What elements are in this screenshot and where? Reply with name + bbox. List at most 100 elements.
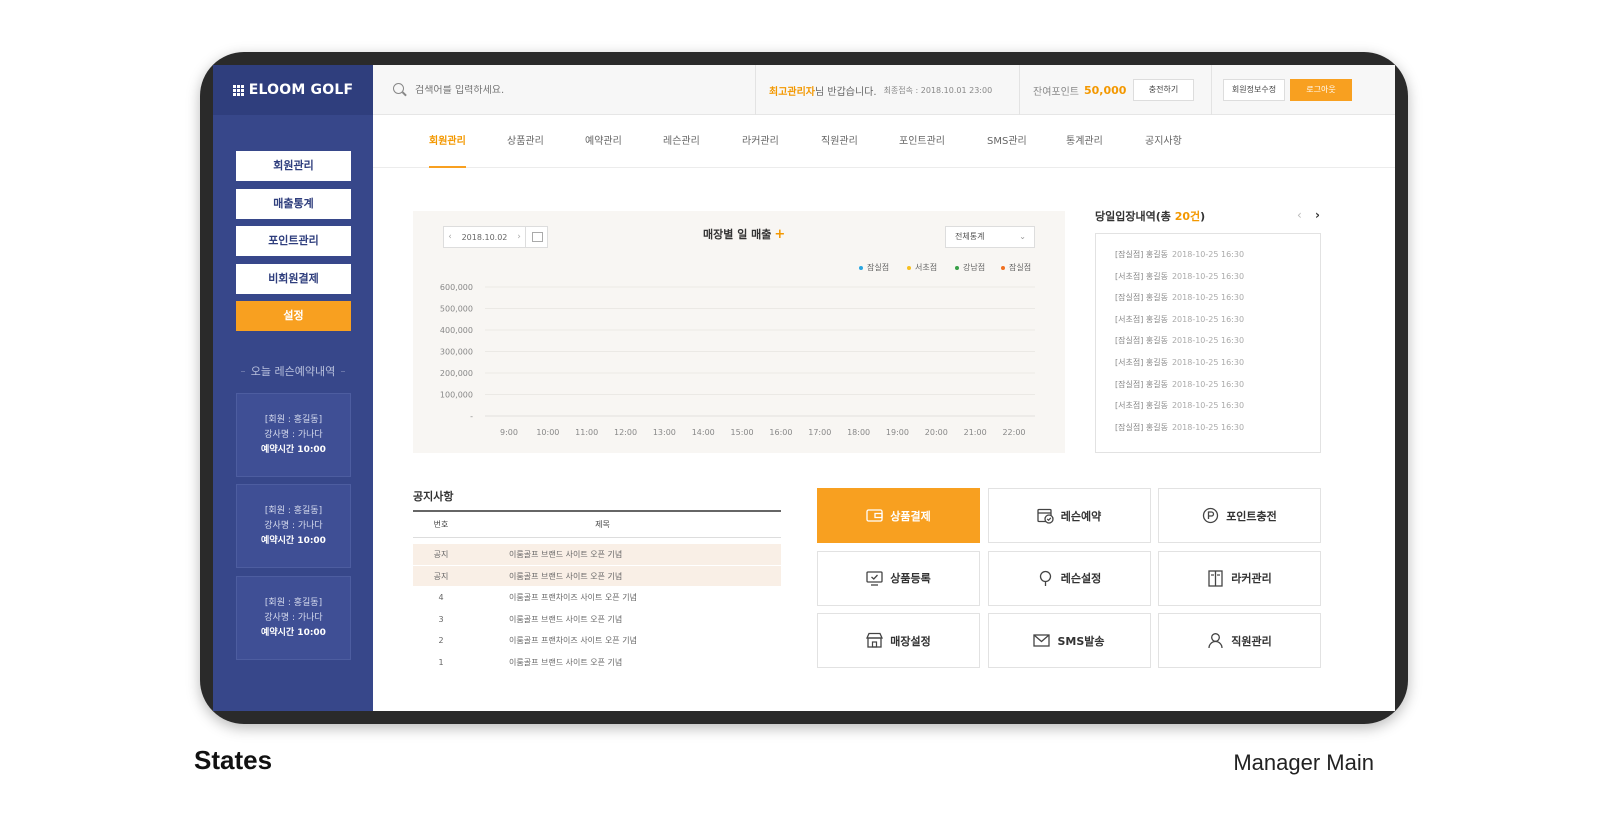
- quick-button[interactable]: 레슨예약: [987, 488, 1151, 543]
- col-no: 번호: [433, 520, 449, 529]
- tab-product[interactable]: 상품관리: [507, 115, 544, 168]
- last-login: 최종접속 : 2018.10.01 23:00: [883, 85, 993, 95]
- legend-dot: [955, 265, 959, 270]
- search-input[interactable]: [415, 84, 715, 96]
- y-tick-label: 300,000: [440, 348, 473, 357]
- divider: [1211, 65, 1212, 115]
- search-area: [393, 65, 715, 115]
- mail-icon: [1033, 634, 1051, 647]
- quick-button[interactable]: 상품등록: [817, 550, 980, 606]
- quick-button[interactable]: 직원관리: [1158, 613, 1321, 668]
- quick-button[interactable]: 매장설정: [817, 613, 980, 668]
- app-screen: ELOOM GOLF 회원관리 매출통계 포인트관리 비회원결제 설정 오늘 레…: [213, 65, 1395, 711]
- logout-button[interactable]: 로그아웃: [1290, 79, 1352, 101]
- calendar-check-icon: [1037, 508, 1054, 524]
- y-tick-label: 200,000: [440, 369, 473, 378]
- sidebar-item-nonmember-payment[interactable]: 비회원결제: [236, 263, 351, 294]
- brand-logo[interactable]: ELOOM GOLF: [213, 65, 373, 115]
- search-icon[interactable]: [393, 83, 407, 97]
- entry-list: [잠실점] 홍길동 2018-10-25 16:30 [서초점] 홍길동 2018-1…: [1095, 233, 1321, 453]
- main-tabs: 회원관리 상품관리 예약관리 레슨관리 라커관리 직원관리 포인트관리 SMS관…: [373, 115, 1395, 168]
- tab-sms[interactable]: SMS관리: [987, 115, 1027, 168]
- plus-icon[interactable]: +: [774, 227, 785, 242]
- legend-item: 잠실점: [1001, 262, 1031, 273]
- y-tick-label: 400,000: [440, 326, 473, 335]
- pin-icon: [1039, 570, 1051, 586]
- x-tick-label: 13:00: [653, 428, 676, 437]
- tab-member[interactable]: 회원관리: [429, 115, 466, 168]
- x-tick-label: 20:00: [925, 428, 948, 437]
- wallet-icon: [866, 509, 883, 522]
- entry-row[interactable]: [서초점] 홍길동 2018-10-25 16:30: [1096, 309, 1320, 331]
- tab-locker[interactable]: 라커관리: [742, 115, 779, 168]
- legend-item: 강남점: [955, 262, 985, 273]
- daily-sales-chart-panel: 600,000 500,000 400,000 300,000 200,000 100,0…: [413, 211, 1065, 453]
- chevron-down-icon: ⌄: [1019, 232, 1026, 241]
- entry-row[interactable]: [서초점] 홍길동 2018-10-25 16:30: [1096, 266, 1320, 288]
- store-icon: [866, 632, 884, 648]
- edit-info-button[interactable]: 회원정보수정: [1223, 79, 1285, 101]
- notice-row[interactable]: 2 이룸골프 프랜차이즈 사이트 오픈 기념: [413, 630, 781, 652]
- legend-item: 서초점: [907, 262, 937, 273]
- notice-row[interactable]: 공지 이룸골프 브랜드 사이트 오픈 기념: [413, 544, 781, 566]
- y-tick-label: 500,000: [440, 305, 473, 314]
- sidebar-item-settings[interactable]: 설정: [236, 301, 351, 331]
- points-balance: 잔여포인트 50,000: [1033, 65, 1126, 115]
- legend-dot: [859, 265, 863, 270]
- notice-row[interactable]: 4 이룸골프 프랜차이즈 사이트 오픈 기념: [413, 587, 781, 609]
- divider: [755, 65, 756, 115]
- legend-dot: [1001, 265, 1005, 270]
- chevron-right-icon[interactable]: ›: [513, 232, 525, 242]
- notice-header: 번호 제목: [413, 510, 781, 538]
- lesson-card[interactable]: [회원 : 홍길동] 강사명 : 가나다 예약시간 10:00: [236, 576, 351, 660]
- x-tick-label: 19:00: [886, 428, 909, 437]
- chevron-left-icon[interactable]: ‹: [444, 232, 456, 242]
- greeting: 최고관리자 님 반갑습니다. 최종접속 : 2018.10.01 23:00: [769, 65, 992, 115]
- entry-row[interactable]: [서초점] 홍길동 2018-10-25 16:30: [1096, 395, 1320, 417]
- point-icon: [1203, 507, 1219, 524]
- tab-points[interactable]: 포인트관리: [899, 115, 945, 168]
- notice-row[interactable]: 1 이룸골프 브랜드 사이트 오픈 기념: [413, 652, 781, 674]
- calendar-icon[interactable]: [525, 227, 547, 247]
- chevron-right-icon[interactable]: ›: [1315, 208, 1320, 222]
- top-bar: 최고관리자 님 반갑습니다. 최종접속 : 2018.10.01 23:00 잔…: [373, 65, 1395, 115]
- quick-button[interactable]: SMS발송: [987, 613, 1151, 668]
- sidebar-item-sales-stats[interactable]: 매출통계: [236, 188, 351, 219]
- user-icon: [1208, 633, 1223, 649]
- notice-row[interactable]: 공지 이룸골프 브랜드 사이트 오픈 기념: [413, 565, 781, 588]
- quick-button[interactable]: 레슨설정: [987, 550, 1151, 606]
- tab-notice[interactable]: 공지사항: [1145, 115, 1182, 168]
- tab-stats[interactable]: 통계관리: [1066, 115, 1103, 168]
- sidebar-item-points[interactable]: 포인트관리: [236, 226, 351, 256]
- stats-select[interactable]: 전체통계 ⌄: [945, 226, 1035, 248]
- caption-states: States: [194, 745, 273, 775]
- tablet-frame: ELOOM GOLF 회원관리 매출통계 포인트관리 비회원결제 설정 오늘 레…: [200, 52, 1408, 724]
- entry-row[interactable]: [잠실점] 홍길동 2018-10-25 16:30: [1096, 287, 1320, 309]
- chevron-left-icon[interactable]: ‹: [1297, 208, 1302, 222]
- y-tick-label: 100,000: [440, 391, 473, 400]
- quick-button[interactable]: 라커관리: [1158, 550, 1321, 606]
- lesson-card[interactable]: [회원 : 홍길동] 강사명 : 가나다 예약시간 10:00: [236, 393, 351, 477]
- chart-title: 매장별 일 매출 +: [703, 227, 786, 242]
- caption-manager-main: Manager Main: [1233, 750, 1374, 775]
- date-picker[interactable]: ‹ 2018.10.02 ›: [443, 226, 548, 248]
- tab-staff[interactable]: 직원관리: [821, 115, 858, 168]
- admin-name: 최고관리자: [769, 86, 815, 98]
- x-tick-label: 15:00: [731, 428, 754, 437]
- notice-row[interactable]: 3 이룸골프 브랜드 사이트 오픈 기념: [413, 609, 781, 631]
- quick-button[interactable]: 상품결제: [817, 488, 980, 543]
- entry-row[interactable]: [잠실점] 홍길동 2018-10-25 16:30: [1096, 374, 1320, 396]
- entry-row[interactable]: [잠실점] 홍길동 2018-10-25 16:30: [1096, 417, 1320, 439]
- sidebar-item-member[interactable]: 회원관리: [236, 151, 351, 181]
- x-tick-label: 17:00: [808, 428, 831, 437]
- entry-row[interactable]: [잠실점] 홍길동 2018-10-25 16:30: [1096, 244, 1320, 266]
- notice-rows: 공지 이룸골프 브랜드 사이트 오픈 기념 공지 이룸골프 브랜드 사이트 오픈 기념…: [413, 544, 781, 674]
- charge-button[interactable]: 충전하기: [1133, 79, 1194, 101]
- quick-button[interactable]: 포인트충전: [1158, 488, 1321, 543]
- x-tick-label: 18:00: [847, 428, 870, 437]
- tab-lesson[interactable]: 레슨관리: [663, 115, 700, 168]
- entry-row[interactable]: [잠실점] 홍길동 2018-10-25 16:30: [1096, 330, 1320, 352]
- tab-reservation[interactable]: 예약관리: [585, 115, 622, 168]
- entry-row[interactable]: [서초점] 홍길동 2018-10-25 16:30: [1096, 352, 1320, 374]
- lesson-card[interactable]: [회원 : 홍길동] 강사명 : 가나다 예약시간 10:00: [236, 484, 351, 568]
